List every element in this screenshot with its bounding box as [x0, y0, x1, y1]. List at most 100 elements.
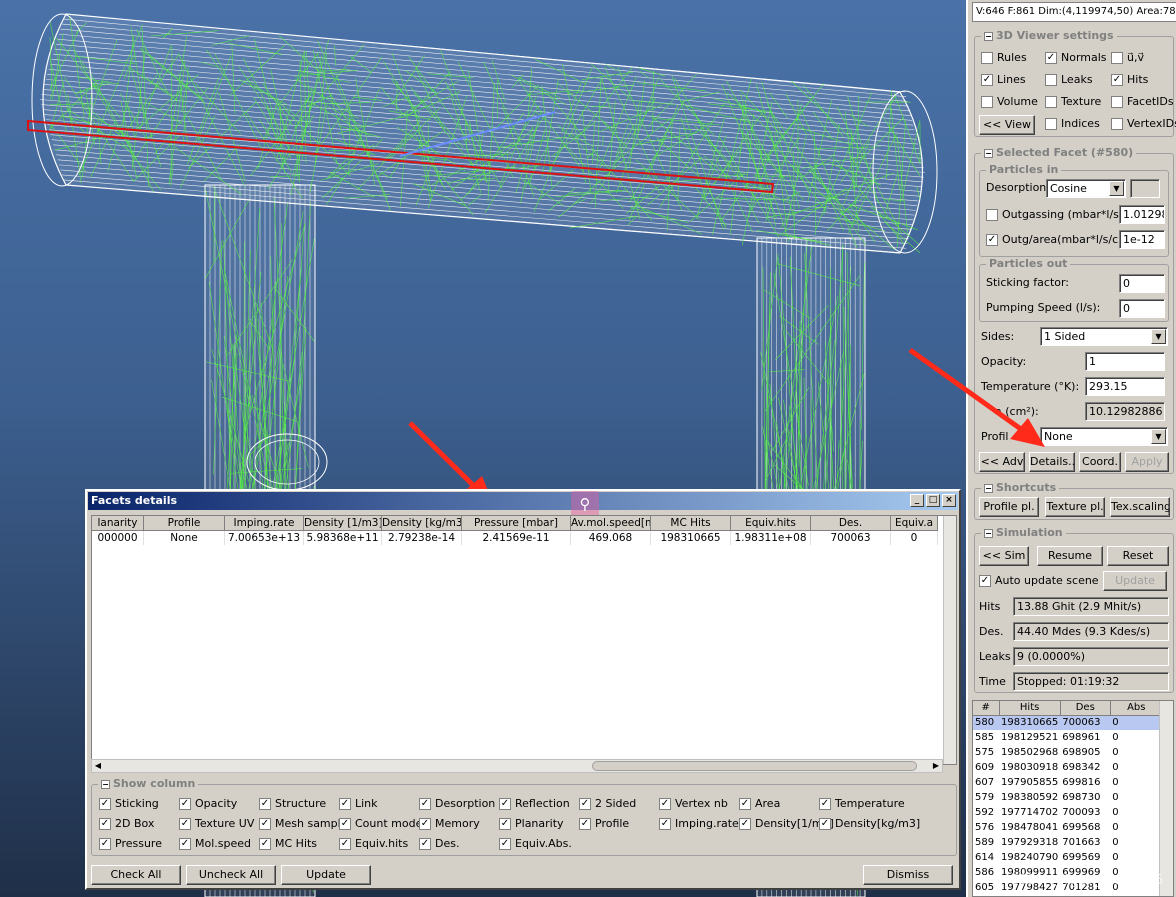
- column-header[interactable]: Pressure [mbar]: [462, 516, 571, 531]
- reset-button[interactable]: Reset: [1107, 546, 1169, 566]
- column-header[interactable]: Density [1/m3]: [304, 516, 382, 531]
- check-all-button[interactable]: Check All: [91, 865, 181, 885]
- show-column-checkbox[interactable]: ✓ Sticking: [99, 797, 159, 810]
- viewer-setting-checkbox[interactable]: Volume: [981, 95, 1038, 108]
- table-row[interactable]: 580 198310665 700063 0: [973, 715, 1163, 730]
- coord-button[interactable]: Coord.: [1079, 452, 1121, 472]
- outg-area-checkbox[interactable]: ✓ Outg/area(mbar*l/s/cm²):: [986, 233, 1141, 246]
- show-column-checkbox[interactable]: ✓ MC Hits: [259, 837, 317, 850]
- column-header[interactable]: #: [973, 701, 1000, 716]
- scroll-left-icon[interactable]: ◀: [92, 760, 104, 772]
- apply-button[interactable]: Apply: [1125, 452, 1169, 472]
- show-column-checkbox[interactable]: ✓ Memory: [419, 817, 480, 830]
- show-column-checkbox[interactable]: ✓ Mesh sample.: [259, 817, 351, 830]
- show-column-checkbox[interactable]: ✓ Density[kg/m3]: [819, 817, 920, 830]
- maximize-icon[interactable]: □: [926, 494, 940, 507]
- show-column-checkbox[interactable]: ✓ 2D Box: [99, 817, 154, 830]
- tex-scaling-button[interactable]: Tex.scaling: [1110, 497, 1170, 517]
- collapse-icon[interactable]: −: [984, 32, 993, 41]
- show-column-checkbox[interactable]: ✓ Structure: [259, 797, 326, 810]
- outgassing-field[interactable]: 1.012982: [1119, 205, 1165, 224]
- viewer-setting-checkbox[interactable]: ✓ Hits: [1111, 73, 1148, 86]
- column-header[interactable]: Av.mol.speed[m/s: [571, 516, 651, 531]
- show-column-checkbox[interactable]: ✓ Opacity: [179, 797, 237, 810]
- update-scene-button[interactable]: Update: [1103, 571, 1167, 591]
- sticking-field[interactable]: 0: [1119, 274, 1165, 293]
- grid-horizontal-scrollbar[interactable]: ◀ ▶: [91, 759, 943, 773]
- viewer-setting-checkbox[interactable]: FacetIDs: [1111, 95, 1174, 108]
- column-header[interactable]: Hits: [999, 701, 1061, 716]
- table-row[interactable]: 609 198030918 698342 0: [973, 760, 1162, 775]
- facet-hits-table[interactable]: # Hits Des Abs 580 198310665 700063 0 585 1981295…: [972, 700, 1174, 897]
- viewer-setting-checkbox[interactable]: ✓ Lines: [981, 73, 1026, 86]
- show-column-checkbox[interactable]: ✓ Texture UV: [179, 817, 254, 830]
- sides-select[interactable]: 1 Sided ▼: [1040, 327, 1168, 346]
- temperature-field[interactable]: 293.15: [1085, 377, 1165, 396]
- minimize-icon[interactable]: _: [910, 494, 924, 507]
- column-header[interactable]: Des.: [811, 516, 891, 531]
- pumping-field[interactable]: 0: [1119, 299, 1165, 318]
- window-titlebar[interactable]: Facets details _ □ ×: [88, 492, 958, 510]
- table-row[interactable]: 585 198129521 698961 0: [973, 730, 1162, 745]
- hits-table-scrollbar[interactable]: [1159, 701, 1173, 896]
- viewer-setting-checkbox[interactable]: Leaks: [1045, 73, 1093, 86]
- show-column-checkbox[interactable]: ✓ Imping.rate: [659, 817, 739, 830]
- resume-button[interactable]: Resume: [1037, 546, 1103, 566]
- viewer-setting-checkbox[interactable]: ✓ Normals: [1045, 51, 1107, 64]
- column-header[interactable]: lanarity: [92, 516, 144, 531]
- show-column-checkbox[interactable]: ✓ Temperature: [819, 797, 905, 810]
- profile-select[interactable]: None ▼: [1040, 427, 1168, 446]
- column-header[interactable]: Profile: [144, 516, 225, 531]
- show-column-checkbox[interactable]: ✓ Reflection: [499, 797, 570, 810]
- auto-update-checkbox[interactable]: ✓ Auto update scene: [979, 574, 1099, 587]
- adv-button[interactable]: << Adv: [979, 452, 1025, 472]
- column-header[interactable]: MC Hits: [651, 516, 731, 531]
- facet-details-grid[interactable]: lanarity Profile Imping.rate Density [1/m3]…: [91, 515, 957, 765]
- desorption-select[interactable]: Cosine ▼: [1046, 179, 1126, 198]
- show-column-checkbox[interactable]: ✓ Vertex nb: [659, 797, 728, 810]
- table-row[interactable]: 614 198240790 699569 0: [973, 850, 1162, 865]
- viewer-setting-checkbox[interactable]: Rules: [981, 51, 1027, 64]
- collapse-icon[interactable]: −: [984, 529, 993, 538]
- viewer-setting-checkbox[interactable]: Indices: [1045, 117, 1100, 130]
- uncheck-all-button[interactable]: Uncheck All: [186, 865, 276, 885]
- close-icon[interactable]: ×: [942, 494, 956, 507]
- table-row[interactable]: 589 197929318 701663 0: [973, 835, 1162, 850]
- profile-plotter-button[interactable]: Profile pl.: [979, 497, 1039, 517]
- show-column-checkbox[interactable]: ✓ Planarity: [499, 817, 564, 830]
- show-column-checkbox[interactable]: ✓ Pressure: [99, 837, 162, 850]
- grid-vertical-scrollbar[interactable]: [943, 516, 956, 764]
- viewer-setting-checkbox[interactable]: Texture: [1045, 95, 1101, 108]
- show-column-checkbox[interactable]: ✓ Mol.speed: [179, 837, 251, 850]
- sim-toggle-button[interactable]: << Sim: [979, 546, 1029, 566]
- show-column-checkbox[interactable]: ✓ Equiv.hits: [339, 837, 408, 850]
- column-header[interactable]: Abs: [1110, 701, 1163, 716]
- outg-area-field[interactable]: 1e-12: [1119, 230, 1165, 249]
- collapse-icon[interactable]: −: [101, 780, 110, 789]
- texture-plotter-button[interactable]: Texture pl.: [1045, 497, 1105, 517]
- details-button[interactable]: Details...: [1029, 452, 1075, 472]
- viewer-setting-checkbox[interactable]: u⃗,v⃗: [1111, 51, 1144, 64]
- dismiss-button[interactable]: Dismiss: [863, 865, 953, 885]
- show-column-checkbox[interactable]: ✓ Desorption: [419, 797, 495, 810]
- column-header[interactable]: Des: [1060, 701, 1111, 716]
- column-header[interactable]: Equiv.a: [891, 516, 938, 531]
- show-column-checkbox[interactable]: ✓ Link: [339, 797, 378, 810]
- show-column-checkbox[interactable]: ✓ 2 Sided: [579, 797, 636, 810]
- table-row[interactable]: 575 198502968 698905 0: [973, 745, 1162, 760]
- opacity-field[interactable]: 1: [1085, 352, 1165, 371]
- table-row[interactable]: 576 198478041 699568 0: [973, 820, 1162, 835]
- show-column-checkbox[interactable]: ✓ Profile: [579, 817, 629, 830]
- table-row[interactable]: 607 197905855 699816 0: [973, 775, 1162, 790]
- table-row[interactable]: 000000 None 7.00653e+13 5.98368e+11 2.79238e…: [92, 531, 938, 545]
- show-column-checkbox[interactable]: ✓ Des.: [419, 837, 459, 850]
- table-row[interactable]: 592 197714702 700093 0: [973, 805, 1162, 820]
- table-row[interactable]: 579 198380592 698730 0: [973, 790, 1162, 805]
- collapse-icon[interactable]: −: [984, 149, 993, 158]
- outgassing-checkbox[interactable]: Outgassing (mbar*l/s):: [986, 208, 1127, 221]
- view-toggle-button[interactable]: << View: [979, 115, 1035, 135]
- collapse-icon[interactable]: −: [984, 484, 993, 493]
- show-column-checkbox[interactable]: ✓ Area: [739, 797, 780, 810]
- show-column-checkbox[interactable]: ✓ Count mode: [339, 817, 422, 830]
- scrollbar-thumb[interactable]: [592, 761, 917, 771]
